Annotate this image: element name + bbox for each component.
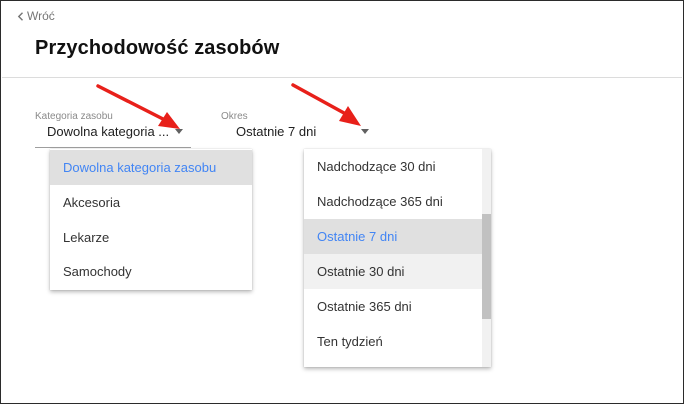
category-filter-label: Kategoria zasobu [35, 111, 113, 122]
category-option[interactable]: Lekarze [50, 220, 252, 255]
period-option[interactable]: Nadchodzące 365 dni [304, 184, 482, 219]
period-option[interactable]: Ostatnie 365 dni [304, 289, 482, 324]
scrollbar-thumb[interactable] [482, 214, 491, 319]
back-link[interactable]: Wróć [17, 9, 55, 23]
chevron-left-icon [17, 11, 23, 21]
category-dropdown-menu: Dowolna kategoria zasobu Akcesoria Lekar… [50, 149, 252, 290]
category-option[interactable]: Dowolna kategoria zasobu [50, 150, 252, 185]
app-window: Wróć Przychodowość zasobów Kategoria zas… [0, 0, 684, 404]
period-option-label: Nadchodzące 365 dni [317, 194, 443, 209]
header-divider [2, 77, 682, 78]
period-option-label: Ostatnie 7 dni [317, 229, 398, 244]
period-option[interactable]: Nadchodzące 30 dni [304, 149, 482, 184]
period-option-label: Ostatnie 30 dni [317, 264, 405, 279]
category-option[interactable]: Samochody [50, 254, 252, 289]
category-option-label: Samochody [63, 264, 132, 279]
period-option-label: Nadchodzące 30 dni [317, 159, 436, 174]
caret-down-icon [361, 129, 369, 134]
period-option-label: Ostatnie 365 dni [317, 299, 412, 314]
category-filter-underline [35, 147, 191, 148]
period-dropdown-menu: Nadchodzące 30 dni Nadchodzące 365 dni O… [304, 149, 491, 367]
page-title: Przychodowość zasobów [35, 37, 280, 59]
period-filter-label: Okres [221, 111, 248, 122]
period-option[interactable]: Ten tydzień [304, 324, 482, 359]
period-option-label: Ten tydzień [317, 334, 383, 349]
category-filter[interactable]: Kategoria zasobu Dowolna kategoria ... [35, 111, 191, 149]
period-option[interactable]: Ostatnie 7 dni [304, 219, 482, 254]
category-option-label: Lekarze [63, 230, 110, 245]
category-option[interactable]: Akcesoria [50, 185, 252, 220]
category-option-label: Dowolna kategoria zasobu [63, 160, 217, 175]
period-menu-scrollbar[interactable] [482, 149, 491, 367]
caret-down-icon [175, 129, 183, 134]
period-filter-value: Ostatnie 7 dni [236, 124, 317, 139]
category-option-label: Akcesoria [63, 195, 121, 210]
category-filter-value: Dowolna kategoria ... [47, 124, 170, 139]
back-label: Wróć [27, 9, 55, 23]
period-filter[interactable]: Okres Ostatnie 7 dni [221, 111, 372, 149]
period-option[interactable]: Ostatnie 30 dni [304, 254, 482, 289]
